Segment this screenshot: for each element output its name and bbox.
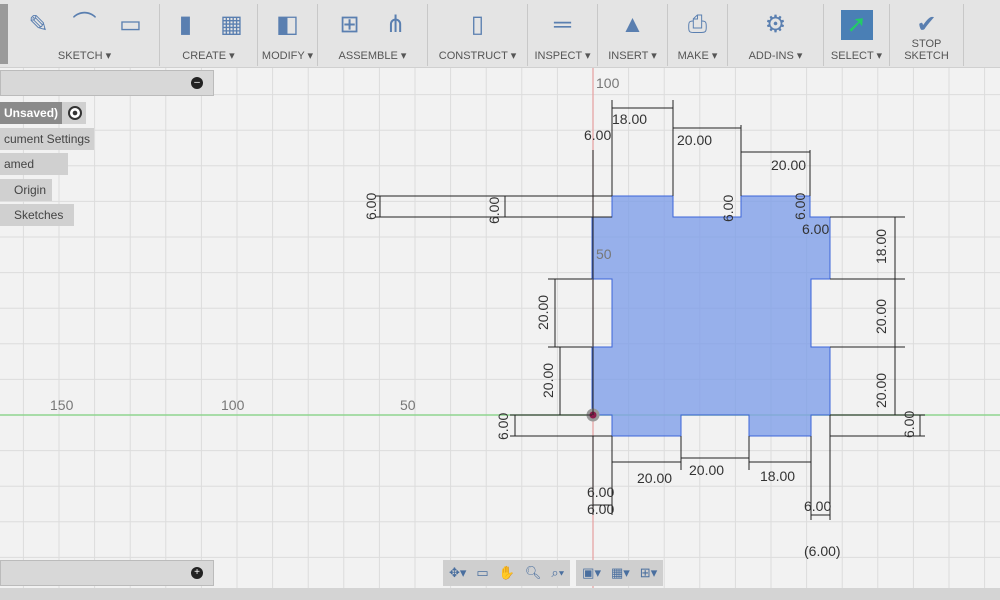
zoom-icon[interactable]: 🔍︎ [525,565,542,581]
dim[interactable]: 18.00 [873,229,889,264]
dim[interactable]: 18.00 [760,468,795,484]
select-icon[interactable]: ➚ [840,10,873,40]
dim[interactable]: 20.00 [689,462,724,478]
extrude-icon[interactable]: ▮ [170,10,202,40]
toolbar-group-label[interactable]: ADD-INS ▾ [728,49,823,62]
axis-label: 50 [596,246,612,262]
toolbar-group-label[interactable]: ASSEMBLE ▾ [318,49,427,62]
form-icon[interactable]: ▦ [216,10,248,40]
toolbar-group-modify[interactable]: ◧ MODIFY ▾ [258,4,318,66]
toolbar-group-select[interactable]: ➚ SELECT ▾ [824,4,890,66]
scripts-icon[interactable]: ⚙ [760,10,792,40]
browser-item-document-settings[interactable]: cument Settings [0,128,94,150]
toolbar-group-insert[interactable]: ▲ INSERT ▾ [598,4,668,66]
navigation-bar: ✥▾ ▭ ✋ 🔍︎ ⌕▾ ▣▾ ▦▾ ⊞▾ [443,560,664,586]
display-settings-icon[interactable]: ▣▾ [582,565,601,581]
dim[interactable]: 6.00 [486,197,502,224]
grid [0,58,1000,588]
toolbar-group-label[interactable]: CREATE ▾ [160,49,257,62]
dim[interactable]: 20.00 [873,373,889,408]
pan-icon[interactable]: ✋ [499,565,515,581]
toolbar-group-label[interactable]: INSERT ▾ [598,49,667,62]
collapse-icon[interactable]: – [191,77,203,89]
toolbar-grip[interactable] [0,4,8,64]
orbit-icon[interactable]: ✥▾ [449,565,466,581]
create-sketch-icon[interactable]: ✎ [23,10,55,40]
sketch-profile[interactable] [591,195,831,437]
expand-icon[interactable]: + [191,567,203,579]
toolbar-group-label[interactable]: STOP SKETCH [890,38,963,62]
dim[interactable]: 6.00 [587,484,614,500]
spline-icon[interactable]: ⌒ [69,10,101,40]
browser-panel-header[interactable]: – [0,70,214,96]
dim[interactable]: 20.00 [677,132,712,148]
axis-labels: 150 100 50 100 50 [50,75,620,413]
dim[interactable]: (6.00) [804,543,841,559]
axis-label: 100 [596,75,620,91]
dim[interactable]: 6.00 [495,413,511,440]
dim[interactable]: 20.00 [540,363,556,398]
sketch-svg[interactable]: 18.00 20.00 20.00 6.00 6.00 6.00 6.00 6.… [0,58,1000,588]
status-bar [0,588,1000,600]
dim[interactable]: 6.00 [363,193,379,220]
3d-print-icon[interactable]: ⎙ [682,10,714,40]
insert-image-icon[interactable]: ▲ [617,10,649,40]
dim[interactable]: 6.00 [802,221,829,237]
look-at-icon[interactable]: ▭ [476,565,488,581]
toolbar-group-create[interactable]: ▮ ▦ CREATE ▾ [160,4,258,66]
toolbar-group-stopsketch[interactable]: ✔ STOP SKETCH [890,4,964,66]
toolbar-group-label[interactable]: SKETCH ▾ [10,49,159,62]
toolbar: ✎ ⌒ ▭ SKETCH ▾ ▮ ▦ CREATE ▾ ◧ MODIFY ▾ ⊞ ⋔ ASSEMBLE… [0,0,1000,68]
joint-icon[interactable]: ⋔ [380,10,412,40]
toolbar-group-add-ins[interactable]: ⚙ ADD-INS ▾ [728,4,824,66]
viewports-icon[interactable]: ⊞▾ [640,565,657,581]
dim[interactable]: 20.00 [873,299,889,334]
measure-icon[interactable]: ═ [547,10,579,40]
dim[interactable]: 6.00 [587,501,614,517]
toolbar-group-label[interactable]: INSPECT ▾ [528,49,597,62]
toolbar-group-label[interactable]: SELECT ▾ [824,49,889,62]
axis-label: 150 [50,397,74,413]
toolbar-group-assemble[interactable]: ⊞ ⋔ ASSEMBLE ▾ [318,4,428,66]
document-node[interactable]: Unsaved) [0,102,62,124]
toolbar-group-label[interactable]: MODIFY ▾ [258,49,317,62]
fit-icon[interactable]: ⌕▾ [551,565,564,581]
browser-item-named-views[interactable]: amed Views [0,153,68,193]
stop-sketch-icon[interactable]: ✔ [911,10,943,40]
toolbar-group-construct[interactable]: ▯ CONSTRUCT ▾ [428,4,528,66]
dim[interactable]: 6.00 [720,195,736,222]
browser-item-origin[interactable]: Origin [0,179,52,201]
dim[interactable]: 18.00 [612,111,647,127]
offset-plane-icon[interactable]: ▯ [462,10,494,40]
browser-item-sketches[interactable]: Sketches [0,204,74,226]
toolbar-group-make[interactable]: ⎙ MAKE ▾ [668,4,728,66]
sketch-canvas[interactable]: 18.00 20.00 20.00 6.00 6.00 6.00 6.00 6.… [0,58,1000,588]
toolbar-group-sketch[interactable]: ✎ ⌒ ▭ SKETCH ▾ [10,4,160,66]
toolbar-group-label[interactable]: MAKE ▾ [668,49,727,62]
dim[interactable]: 6.00 [792,193,808,220]
dim[interactable]: 20.00 [637,470,672,486]
toolbar-group-label[interactable]: CONSTRUCT ▾ [428,49,527,62]
comments-panel-header[interactable]: + [0,560,214,586]
dim[interactable]: 20.00 [535,295,551,330]
axis-label: 50 [400,397,416,413]
axis-label: 100 [221,397,245,413]
toolbar-group-inspect[interactable]: ═ INSPECT ▾ [528,4,598,66]
grid-settings-icon[interactable]: ▦▾ [611,565,630,581]
dim[interactable]: 6.00 [901,411,917,438]
dim[interactable]: 6.00 [804,498,831,514]
dim[interactable]: 6.00 [584,127,611,143]
press-pull-icon[interactable]: ◧ [272,10,304,40]
new-component-icon[interactable]: ⊞ [334,10,366,40]
dim[interactable]: 20.00 [771,157,806,173]
rectangle-icon[interactable]: ▭ [115,10,147,40]
active-radio-icon[interactable] [62,102,86,124]
